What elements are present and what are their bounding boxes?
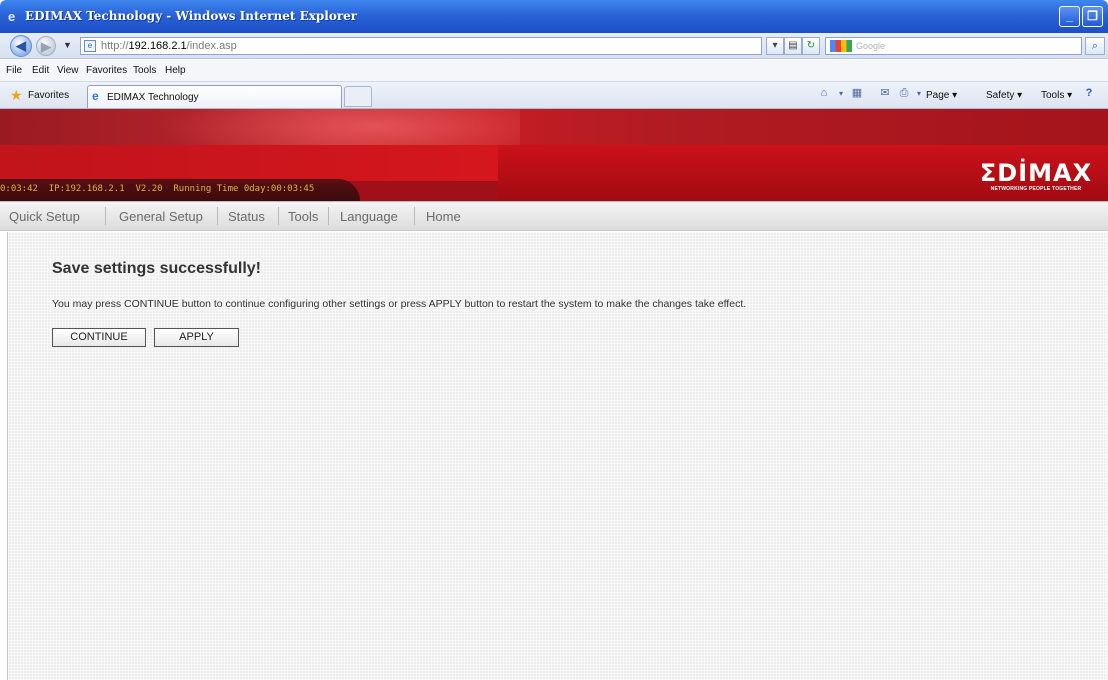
menu-view[interactable]: View (57, 65, 79, 76)
menu-file[interactable]: File (6, 65, 22, 76)
home-icon[interactable]: ⌂ (817, 87, 831, 100)
tab-ie-icon: e (92, 89, 99, 103)
save-message: You may press CONTINUE button to continu… (52, 298, 747, 310)
print-dropdown-icon[interactable]: ▾ (912, 87, 926, 100)
nav-separator (278, 207, 279, 225)
compatibility-view-button[interactable]: ▤ (784, 37, 802, 55)
content-left-edge (0, 232, 8, 680)
history-dropdown-icon[interactable]: ▼ (63, 40, 72, 50)
ie-logo-icon: e (8, 9, 16, 24)
page-icon: e (84, 40, 96, 52)
tab-label: EDIMAX Technology (107, 92, 199, 103)
nav-separator (105, 207, 106, 225)
print-icon[interactable]: ⎙ (897, 87, 911, 100)
address-dropdown-button[interactable]: ▾ (766, 37, 784, 55)
forward-button[interactable]: ▶ (36, 36, 56, 56)
tab-edimax-technology[interactable]: e EDIMAX Technology (87, 85, 342, 108)
page-title: Save settings successfully! (52, 260, 261, 277)
router-nav-menu: Quick Setup General Setup Status Tools L… (0, 201, 1108, 231)
home-dropdown-icon[interactable]: ▾ (834, 87, 848, 100)
maximize-button[interactable]: ❐ (1082, 6, 1103, 27)
refresh-button[interactable]: ↻ (802, 37, 820, 55)
url-prefix: http:// (101, 40, 129, 52)
menu-edit[interactable]: Edit (32, 65, 49, 76)
nav-separator (414, 207, 415, 225)
nav-separator (328, 207, 329, 225)
safety-menu[interactable]: Safety ▾ (986, 90, 1022, 101)
edimax-logo: ΣDİMAX NETWORKING PEOPLE TOGETHER (968, 161, 1104, 195)
window-title-bar: e EDIMAX Technology - Windows Internet E… (0, 0, 1108, 33)
router-header-banner: 0:03:42 IP:192.168.2.1 V2.20 Running Tim… (0, 109, 1108, 201)
nav-separator (217, 207, 218, 225)
apply-button[interactable]: APPLY (154, 328, 239, 347)
search-button[interactable]: ⌕ (1085, 37, 1105, 55)
address-toolbar: ◀ ▶ ▼ e http://192.168.2.1/index.asp ▾ ▤… (0, 33, 1108, 59)
nav-status[interactable]: Status (228, 209, 265, 224)
window-title: EDIMAX Technology - Windows Internet Exp… (25, 9, 358, 23)
read-mail-icon[interactable]: ✉ (878, 87, 892, 100)
url-path: /index.asp (186, 40, 237, 52)
feeds-icon[interactable]: ▦ (850, 87, 864, 100)
continue-button[interactable]: CONTINUE (52, 328, 146, 347)
menu-bar: File Edit View Favorites Tools Help (0, 60, 1108, 82)
help-icon[interactable]: ? (1082, 87, 1096, 100)
logo-text: ΣDİMAX (979, 159, 1093, 187)
page-menu[interactable]: Page ▾ (926, 90, 957, 101)
search-placeholder: Google (856, 41, 886, 51)
search-input[interactable]: Google (825, 37, 1082, 55)
nav-language[interactable]: Language (340, 209, 398, 224)
nav-quick-setup[interactable]: Quick Setup (9, 209, 80, 224)
router-status-line: 0:03:42 IP:192.168.2.1 V2.20 Running Tim… (0, 184, 315, 194)
favorites-button[interactable]: Favorites (28, 90, 69, 101)
menu-help[interactable]: Help (165, 65, 186, 76)
address-input[interactable]: e http://192.168.2.1/index.asp (80, 37, 762, 55)
main-content: Save settings successfully! You may pres… (8, 232, 1108, 680)
nav-tools[interactable]: Tools (288, 209, 318, 224)
new-tab-button[interactable] (344, 86, 372, 107)
favorites-bar: ★ Favorites e EDIMAX Technology ⌂ ▾ ▦ ✉ … (0, 82, 1108, 109)
favorites-star-icon[interactable]: ★ (10, 88, 23, 102)
menu-tools[interactable]: Tools (133, 65, 156, 76)
tools-menu[interactable]: Tools ▾ (1041, 90, 1072, 101)
menu-favorites[interactable]: Favorites (86, 65, 127, 76)
nav-home[interactable]: Home (426, 209, 461, 224)
nav-general-setup[interactable]: General Setup (119, 209, 203, 224)
google-logo-icon (830, 40, 852, 52)
url-host: 192.168.2.1 (128, 40, 187, 52)
minimize-button[interactable]: _ (1059, 6, 1080, 27)
back-button[interactable]: ◀ (10, 35, 32, 57)
